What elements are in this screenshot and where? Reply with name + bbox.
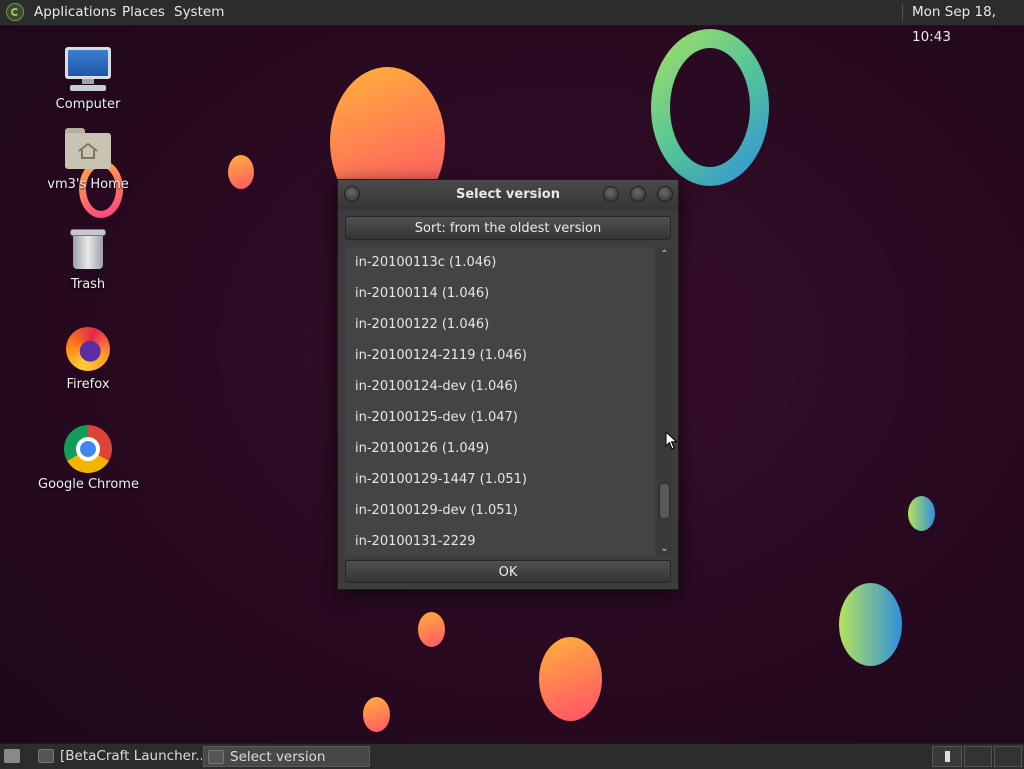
version-list-item[interactable]: in-20100122 (1.046): [345, 309, 655, 340]
decor-bubble: [363, 697, 390, 732]
ok-button[interactable]: OK: [345, 560, 671, 583]
menu-places[interactable]: Places: [122, 0, 165, 25]
taskbar-item-label: Select version: [230, 749, 326, 765]
decor-bubble: [539, 637, 602, 721]
version-list-item[interactable]: in-20100126 (1.049): [345, 433, 655, 464]
chrome-icon: [64, 425, 112, 473]
desktop-icon-home[interactable]: vm3's Home: [38, 125, 138, 192]
app-icon: [38, 749, 54, 763]
version-list-item[interactable]: in-20100124-dev (1.046): [345, 371, 655, 402]
top-panel: Applications Places System Mon Sep 18, 1…: [0, 0, 1024, 45]
version-list-item[interactable]: in-20100124-2119 (1.046): [345, 340, 655, 371]
clock[interactable]: Mon Sep 18, 10:43: [912, 0, 1024, 45]
desktop-icon-label: vm3's Home: [47, 177, 129, 192]
desktop-icon-label: Trash: [70, 277, 106, 292]
desktop-icon-chrome[interactable]: Google Chrome: [38, 425, 139, 492]
version-list[interactable]: in-20100113c (1.046) in-20100114 (1.046) i…: [345, 247, 655, 557]
version-list-item[interactable]: in-20100114 (1.046): [345, 278, 655, 309]
desktop-icon-computer[interactable]: Computer: [38, 45, 138, 112]
version-list-item[interactable]: in-20100113c (1.046): [345, 247, 655, 278]
sort-button[interactable]: Sort: from the oldest version: [345, 216, 671, 240]
home-folder-icon: [64, 125, 112, 173]
maximize-button[interactable]: [630, 186, 646, 202]
decor-bubble: [839, 583, 902, 666]
desktop-icon-label: Google Chrome: [38, 477, 139, 492]
version-list-item[interactable]: in-20100129-1447 (1.051): [345, 464, 655, 495]
bottom-panel: [BetaCraft Launcher... Select version: [0, 743, 1024, 769]
workspace-1[interactable]: [932, 746, 962, 767]
computer-icon: [64, 45, 112, 93]
version-list-item[interactable]: in-20100125-dev (1.047): [345, 402, 655, 433]
select-version-dialog: Select version Sort: from the oldest ver…: [337, 179, 679, 590]
taskbar-item-select-version[interactable]: Select version: [203, 746, 370, 767]
mate-logo-icon[interactable]: [6, 3, 24, 21]
desktop-icon-trash[interactable]: Trash: [38, 225, 138, 292]
version-list-item[interactable]: in-20100131-2229: [345, 526, 655, 557]
workspace-2[interactable]: [964, 746, 992, 767]
decor-bubble: [418, 612, 445, 647]
workspace-3[interactable]: [994, 746, 1022, 767]
close-button[interactable]: [657, 186, 673, 202]
scroll-up-icon[interactable]: ⌃: [658, 249, 671, 261]
mouse-pointer-icon: [665, 431, 678, 450]
firefox-icon: [64, 325, 112, 373]
version-list-item[interactable]: in-20100129-dev (1.051): [345, 495, 655, 526]
taskbar-item-label: [BetaCraft Launcher...: [60, 748, 202, 764]
trash-icon: [64, 225, 112, 273]
show-desktop-icon[interactable]: [4, 749, 20, 763]
decor-bubble: [908, 496, 935, 531]
app-icon: [208, 750, 224, 764]
taskbar-item-betacraft[interactable]: [BetaCraft Launcher...: [34, 746, 202, 767]
menu-system[interactable]: System: [174, 0, 224, 25]
scroll-down-icon[interactable]: ⌄: [658, 543, 671, 555]
dialog-title: Select version: [456, 187, 560, 202]
list-scrollbar[interactable]: ⌃ ⌄: [657, 247, 672, 557]
decor-ring: [651, 29, 769, 186]
desktop-icon-label: Computer: [55, 97, 121, 112]
dialog-titlebar[interactable]: Select version: [338, 180, 678, 210]
panel-separator: [902, 4, 903, 21]
decor-bubble: [228, 155, 254, 189]
desktop-icon-label: Firefox: [66, 377, 110, 392]
minimize-button[interactable]: [603, 186, 619, 202]
scrollbar-thumb[interactable]: [659, 483, 670, 519]
desktop-icon-firefox[interactable]: Firefox: [38, 325, 138, 392]
menu-applications[interactable]: Applications: [34, 0, 116, 25]
